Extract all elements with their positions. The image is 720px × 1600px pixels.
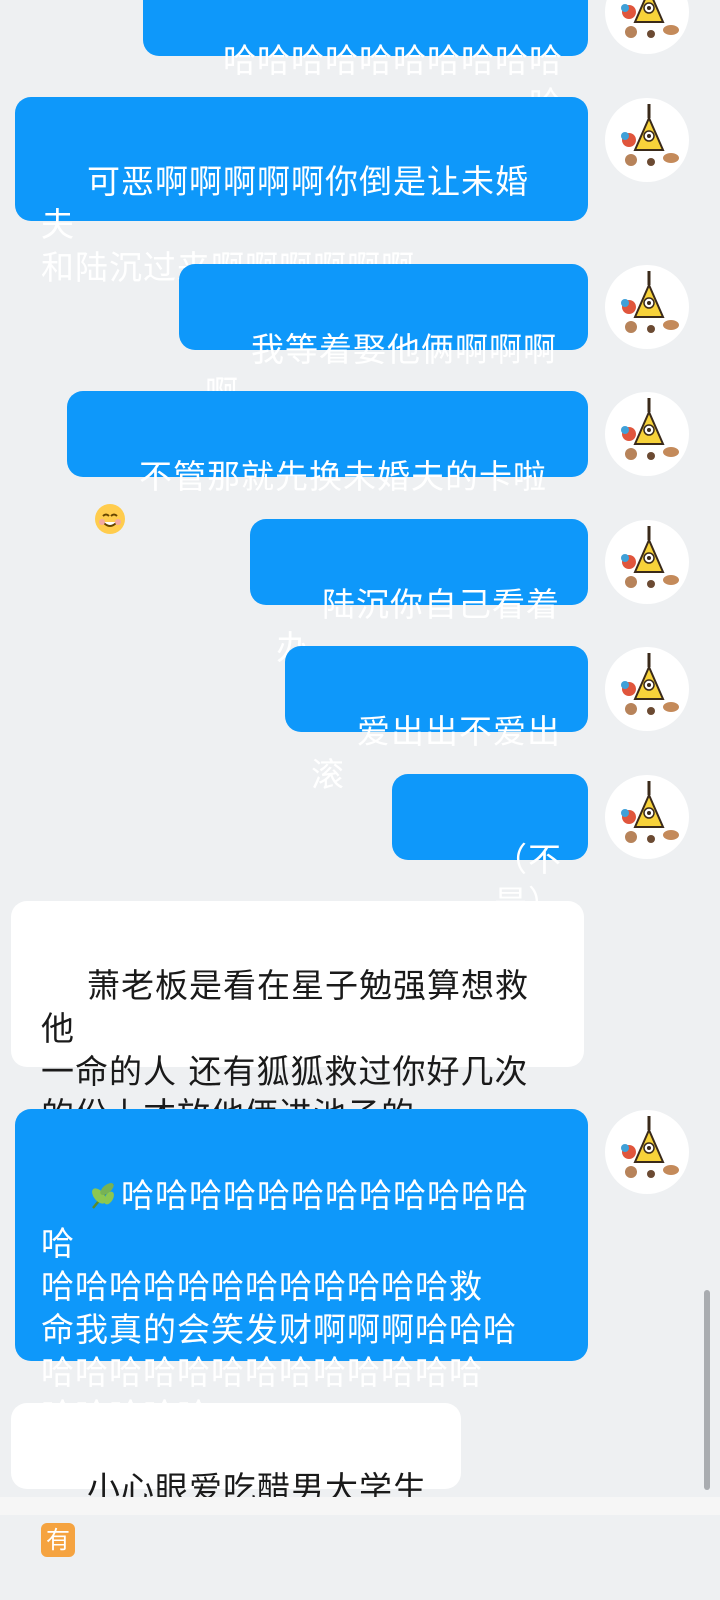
message-bubble-outgoing[interactable]: 哈哈哈哈哈哈哈哈哈哈哈	[143, 0, 588, 123]
message-bubble-outgoing[interactable]: （不是）	[392, 774, 588, 922]
avatar[interactable]	[605, 647, 689, 731]
triangle-character-avatar-icon	[621, 271, 679, 333]
triangle-character-avatar-icon	[621, 0, 679, 38]
message-bubble-incoming[interactable]: 小心眼爱吃醋男大学生有	[11, 1403, 461, 1557]
message-bubble-outgoing[interactable]: 陆沉你自己看着办	[250, 519, 588, 667]
herb-emoji-icon	[87, 1178, 121, 1222]
message-bubble-outgoing[interactable]: 我等着娶他俩啊啊啊啊	[179, 264, 588, 412]
you-badge-emoji-icon: 有	[41, 1523, 75, 1557]
message-bubble-outgoing[interactable]: 不管那就先换未婚夫的卡啦	[67, 391, 588, 534]
message-bubble-outgoing[interactable]: 哈哈哈哈哈哈哈哈哈哈哈哈哈 哈哈哈哈哈哈哈哈哈哈哈哈救 命我真的会笑发财啊啊啊哈…	[15, 1109, 588, 1435]
badge-text: 有	[46, 1526, 70, 1554]
triangle-character-avatar-icon	[621, 398, 679, 460]
triangle-character-avatar-icon	[621, 1116, 679, 1178]
avatar[interactable]	[605, 520, 689, 604]
smiling-face-emoji-icon	[93, 502, 127, 546]
avatar[interactable]	[605, 265, 689, 349]
triangle-character-avatar-icon	[621, 104, 679, 166]
avatar[interactable]	[605, 0, 689, 54]
input-area-edge	[0, 1497, 720, 1515]
message-text: 不管那就先换未婚夫的卡啦	[138, 457, 547, 496]
chat-thread[interactable]: 哈哈哈哈哈哈哈哈哈哈哈 可恶啊啊啊啊啊你倒是让未婚夫 和陆沉过来啊啊啊啊啊啊	[0, 0, 720, 1557]
triangle-character-avatar-icon	[621, 526, 679, 588]
triangle-character-avatar-icon	[621, 653, 679, 715]
avatar[interactable]	[605, 775, 689, 859]
avatar[interactable]	[605, 392, 689, 476]
avatar[interactable]	[605, 1110, 689, 1194]
message-bubble-incoming[interactable]: 萧老板是看在星子勉强算想救他 一命的人 还有狐狐救过你好几次 的份上才放他俩进池…	[11, 901, 584, 1134]
message-bubble-outgoing[interactable]: 爱出出不爱出滚	[285, 646, 588, 794]
scrollbar[interactable]	[704, 1290, 710, 1490]
avatar[interactable]	[605, 98, 689, 182]
triangle-character-avatar-icon	[621, 781, 679, 843]
message-bubble-outgoing[interactable]: 可恶啊啊啊啊啊你倒是让未婚夫 和陆沉过来啊啊啊啊啊啊	[15, 97, 588, 287]
